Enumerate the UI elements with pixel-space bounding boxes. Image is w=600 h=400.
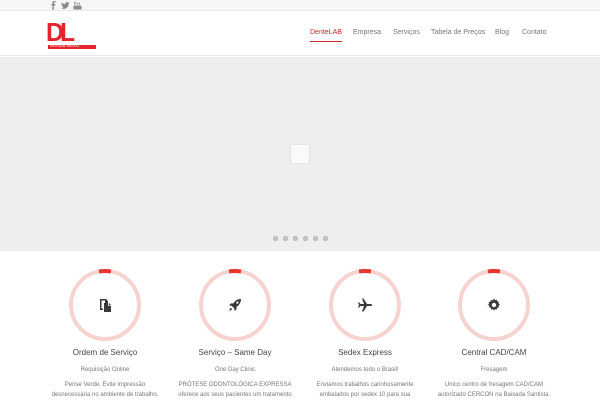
nav-item-blog[interactable]: Blog xyxy=(495,28,509,42)
slider-dot[interactable] xyxy=(303,236,308,241)
feature-desc-line: embalados por sedex 10 para sua xyxy=(319,392,411,398)
nav-item-empresa[interactable]: Empresa xyxy=(353,28,381,42)
ring-accent xyxy=(358,268,372,274)
feature-description: PRÓTESE ODONTOLÓGICA EXPRESSA oferece ao… xyxy=(160,380,310,400)
feature-desc-line: Pense Verde. Evite impressão xyxy=(64,382,146,388)
nav-label: Empresa xyxy=(353,29,382,36)
feature-description: Unico centro de fresagem CAD/CAM autoriz… xyxy=(419,380,569,400)
feature-subtitle: Requisição Online xyxy=(80,367,130,373)
feature-description: Enviamos trabalhos carinhosamente embala… xyxy=(290,380,440,400)
nav-item-servicos[interactable]: Serviços xyxy=(393,28,420,42)
feature-desc-line: desnecessária no ambiente de trabalho. xyxy=(51,392,159,398)
site-logo[interactable]: DL PRÓTESE DENTAL xyxy=(46,19,98,52)
feature-title: Serviço – Same Day xyxy=(198,348,272,357)
slider-dot[interactable] xyxy=(283,236,288,241)
feature-ring-same-day[interactable] xyxy=(198,268,272,342)
ring-accent xyxy=(228,268,242,274)
logo-letters: DL xyxy=(46,17,75,47)
rocket-icon xyxy=(227,297,243,313)
nav-item-contato[interactable]: Contato xyxy=(522,28,547,42)
nav-label: DenteLAB xyxy=(310,29,342,36)
slide-loading-placeholder xyxy=(291,145,309,163)
gear-icon xyxy=(486,297,502,313)
feature-subtitle: Fresagem xyxy=(480,367,508,373)
nav-label: Contato xyxy=(522,29,547,36)
logo-bar-text: PRÓTESE DENTAL xyxy=(50,44,80,48)
facebook-icon[interactable] xyxy=(49,1,58,10)
feature-desc-line: oferece aos seus pacientes um tratamento xyxy=(178,392,292,398)
feature-title: Ordem de Serviço xyxy=(72,348,138,357)
twitter-icon[interactable] xyxy=(61,1,70,10)
document-copy-icon xyxy=(97,297,113,313)
airplane-icon xyxy=(357,297,373,313)
feature-title: Central CAD/CAM xyxy=(461,348,527,357)
slider-dot[interactable] xyxy=(313,236,318,241)
feature-subtitle: Atendemos todo o Brasil! xyxy=(331,367,399,373)
nav-label: Blog xyxy=(495,29,510,36)
nav-label: Serviços xyxy=(393,29,420,36)
feature-desc-line: Unico centro de fresagem CAD/CAM xyxy=(444,382,544,388)
nav-item-dentelab[interactable]: DenteLAB xyxy=(310,28,342,42)
feature-desc-line: Enviamos trabalhos carinhosamente xyxy=(316,382,414,388)
feature-ring-sedex-express[interactable] xyxy=(328,268,402,342)
nav-label: Tabela de Preços xyxy=(431,29,486,36)
youtube-icon[interactable] xyxy=(73,1,82,10)
site-header: DL PRÓTESE DENTAL DenteLAB Empresa Servi… xyxy=(0,11,600,56)
ring-accent xyxy=(487,268,501,274)
feature-desc-line: autorizado CERCON na Baixada Santista. xyxy=(437,392,551,398)
slider-dot[interactable] xyxy=(273,236,278,241)
feature-ring-ordem-de-servico[interactable] xyxy=(68,268,142,342)
ring-accent xyxy=(98,268,112,274)
feature-ring-central-cadcam[interactable] xyxy=(457,268,531,342)
feature-title: Sedex Express xyxy=(338,348,392,357)
top-bar xyxy=(0,0,600,11)
nav-active-underline xyxy=(310,41,342,42)
feature-subtitle: One Day Clinic xyxy=(214,367,255,373)
slider-dot[interactable] xyxy=(293,236,298,241)
slider-dot[interactable] xyxy=(323,236,328,241)
nav-item-tabela-de-precos[interactable]: Tabela de Preços xyxy=(431,28,485,42)
feature-desc-line: PRÓTESE ODONTOLÓGICA EXPRESSA xyxy=(178,382,292,388)
feature-description: Pense Verde. Evite impressão desnecessár… xyxy=(30,380,180,400)
